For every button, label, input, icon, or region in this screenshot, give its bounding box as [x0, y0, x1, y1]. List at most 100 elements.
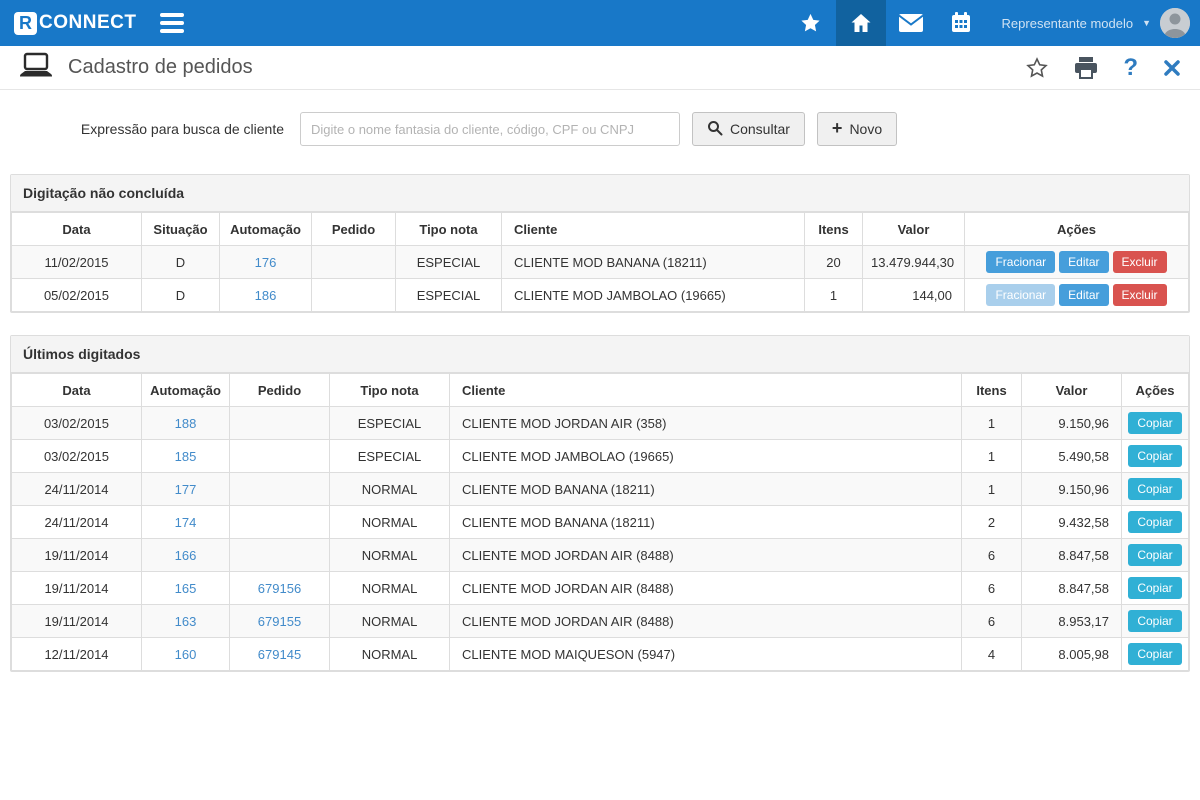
favorite-page-icon[interactable]: [1025, 56, 1049, 80]
close-icon[interactable]: [1162, 58, 1182, 78]
excluir-button[interactable]: Excluir: [1113, 284, 1167, 306]
table-cell: NORMAL: [330, 638, 450, 671]
table-cell: 174: [142, 506, 230, 539]
table-cell: [230, 539, 330, 572]
fracionar-button[interactable]: Fracionar: [986, 251, 1055, 273]
table-row: 19/11/2014166NORMALCLIENTE MOD JORDAN AI…: [12, 539, 1189, 572]
section-title: Últimos digitados: [11, 336, 1189, 373]
column-header: Cliente: [502, 213, 805, 246]
record-link[interactable]: 177: [175, 482, 197, 497]
table-cell: [230, 440, 330, 473]
column-header: Pedido: [312, 213, 396, 246]
record-link[interactable]: 185: [175, 449, 197, 464]
table-cell: 9.150,96: [1022, 407, 1122, 440]
table-cell: 03/02/2015: [12, 440, 142, 473]
table-cell: 5.490,58: [1022, 440, 1122, 473]
table-cell: 1: [805, 279, 863, 312]
copiar-button[interactable]: Copiar: [1128, 610, 1181, 632]
table-cell: NORMAL: [330, 539, 450, 572]
column-header: Automação: [142, 374, 230, 407]
table-cell: 186: [220, 279, 312, 312]
copiar-button[interactable]: Copiar: [1128, 511, 1181, 533]
recent-orders-table: DataAutomaçãoPedidoTipo notaClienteItens…: [11, 373, 1189, 671]
table-cell: CLIENTE MOD JORDAN AIR (8488): [450, 605, 962, 638]
copiar-button[interactable]: Copiar: [1128, 643, 1181, 665]
copiar-button[interactable]: Copiar: [1128, 445, 1181, 467]
menu-icon[interactable]: [156, 9, 188, 37]
record-link[interactable]: 165: [175, 581, 197, 596]
table-cell: 8.953,17: [1022, 605, 1122, 638]
record-link[interactable]: 679156: [258, 581, 301, 596]
table-row: 19/11/2014 165 679156 NORMALCLIENTE MOD JOR…: [12, 572, 1189, 605]
client-search-input[interactable]: [300, 112, 680, 146]
table-cell: D: [142, 279, 220, 312]
copiar-button[interactable]: Copiar: [1128, 478, 1181, 500]
excluir-button[interactable]: Excluir: [1113, 251, 1167, 273]
record-link[interactable]: 160: [175, 647, 197, 662]
plus-icon: +: [832, 119, 843, 137]
record-link[interactable]: 188: [175, 416, 197, 431]
copiar-button[interactable]: Copiar: [1128, 412, 1181, 434]
table-cell: 6: [962, 539, 1022, 572]
table-cell: CLIENTE MOD JORDAN AIR (8488): [450, 572, 962, 605]
home-icon[interactable]: [836, 0, 886, 46]
record-link[interactable]: 186: [255, 288, 277, 303]
panel-recent-orders: Últimos digitados DataAutomaçãoPedidoTip…: [10, 335, 1190, 672]
table-cell: 24/11/2014: [12, 473, 142, 506]
table-cell: NORMAL: [330, 572, 450, 605]
column-header: Automação: [220, 213, 312, 246]
record-link[interactable]: 174: [175, 515, 197, 530]
mail-icon[interactable]: [886, 0, 936, 46]
record-link[interactable]: 679155: [258, 614, 301, 629]
table-cell: CLIENTE MOD JAMBOLAO (19665): [502, 279, 805, 312]
favorites-icon[interactable]: [786, 0, 836, 46]
actions-cell: Copiar: [1122, 539, 1189, 572]
column-header: Tipo nota: [330, 374, 450, 407]
table-cell: 177: [142, 473, 230, 506]
table-cell: [312, 246, 396, 279]
user-menu[interactable]: Representante modelo ▼: [1002, 8, 1190, 38]
table-cell: 19/11/2014: [12, 539, 142, 572]
table-row: 11/02/2015D176ESPECIALCLIENTE MOD BANANA…: [12, 246, 1189, 279]
editar-button[interactable]: Editar: [1059, 284, 1108, 306]
calendar-icon[interactable]: [936, 0, 986, 46]
print-icon[interactable]: [1073, 56, 1099, 80]
column-header: Ações: [1122, 374, 1189, 407]
copiar-button[interactable]: Copiar: [1128, 544, 1181, 566]
table-cell: 679145: [230, 638, 330, 671]
table-cell: 1: [962, 407, 1022, 440]
table-cell: 9.432,58: [1022, 506, 1122, 539]
column-header: Itens: [962, 374, 1022, 407]
column-header: Valor: [863, 213, 965, 246]
new-button[interactable]: + Novo: [817, 112, 897, 146]
consult-button[interactable]: Consultar: [692, 112, 805, 146]
table-cell: 188: [142, 407, 230, 440]
table-row: 19/11/2014163679155NORMALCLIENTE MOD JOR…: [12, 605, 1189, 638]
record-link[interactable]: 163: [175, 614, 197, 629]
record-link[interactable]: 176: [255, 255, 277, 270]
table-cell: ESPECIAL: [330, 440, 450, 473]
copiar-button[interactable]: Copiar: [1128, 577, 1181, 599]
table-cell: [312, 279, 396, 312]
record-link[interactable]: 166: [175, 548, 197, 563]
table-cell: [230, 473, 330, 506]
laptop-icon: [18, 51, 54, 84]
user-label: Representante modelo: [1002, 16, 1134, 31]
record-link[interactable]: 679145: [258, 647, 301, 662]
chevron-down-icon: ▼: [1142, 18, 1151, 28]
help-icon[interactable]: ?: [1123, 56, 1138, 80]
actions-cell: Copiar: [1122, 572, 1189, 605]
table-row: 03/02/2015185ESPECIALCLIENTE MOD JAMBOLA…: [12, 440, 1189, 473]
fracionar-button[interactable]: Fracionar: [986, 284, 1055, 306]
column-header: Situação: [142, 213, 220, 246]
logo[interactable]: R CONNECT: [14, 12, 136, 35]
table-cell: 9.150,96: [1022, 473, 1122, 506]
page-header: Cadastro de pedidos ?: [0, 46, 1200, 90]
search-icon: [707, 120, 723, 139]
logo-text: CONNECT: [39, 12, 136, 34]
table-cell: 03/02/2015: [12, 407, 142, 440]
table-cell: 679155: [230, 605, 330, 638]
table-cell: 19/11/2014: [12, 572, 142, 605]
table-cell: 8.005,98: [1022, 638, 1122, 671]
editar-button[interactable]: Editar: [1059, 251, 1108, 273]
